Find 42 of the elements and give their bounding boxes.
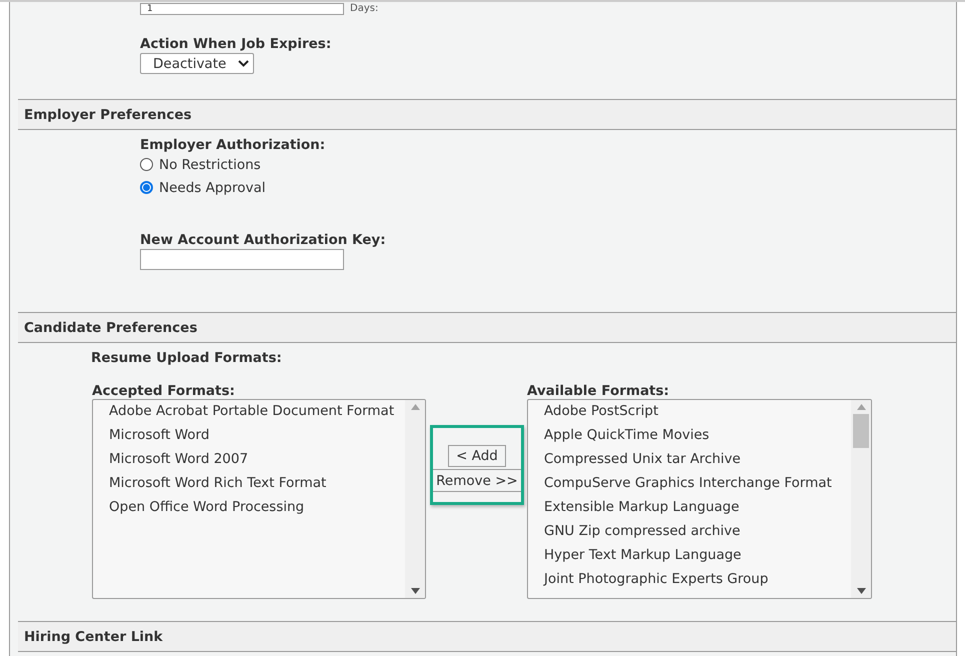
format-option[interactable]: Compressed Unix tar Archive	[544, 451, 741, 467]
scroll-thumb[interactable]	[853, 414, 869, 448]
format-option[interactable]: Microsoft Word	[109, 427, 210, 443]
scroll-up-icon[interactable]	[410, 404, 420, 410]
scroll-down-icon[interactable]	[410, 588, 420, 594]
format-option[interactable]: Open Office Word Processing	[109, 499, 304, 515]
list-label: Accepted Formats:	[92, 383, 236, 399]
field-label: Employer Authorization:	[140, 137, 326, 153]
scrollbar[interactable]	[405, 400, 425, 598]
section-header: Hiring Center Link	[18, 621, 956, 652]
section-header: Employer Preferences	[18, 99, 956, 130]
format-option[interactable]: Joint Photographic Experts Group	[544, 571, 768, 587]
scroll-up-icon[interactable]	[856, 404, 866, 410]
scrollbar[interactable]	[851, 400, 871, 598]
field-label: Action When Job Expires:	[140, 36, 332, 52]
remove-button[interactable]: Remove >>	[433, 469, 521, 492]
format-option[interactable]: Microsoft Word 2007	[109, 451, 248, 467]
chevron-down-icon	[238, 60, 249, 67]
scroll-down-icon[interactable]	[856, 588, 866, 594]
add-button[interactable]: < Add	[448, 445, 506, 467]
field-label: Resume Upload Formats:	[91, 350, 282, 366]
format-list[interactable]	[527, 399, 872, 599]
format-option[interactable]: GNU Zip compressed archive	[544, 523, 740, 539]
expiry-action-dropdown[interactable]: Deactivate	[140, 53, 254, 74]
section-header: Candidate Preferences	[18, 312, 956, 343]
format-list[interactable]: Adobe Acrobat Portable Document Format Microsoft Word Microsoft Word 2007 Microsoft Word Rich Text Format Open Office Word Processing	[92, 399, 426, 599]
radio-label[interactable]: Needs Approval	[159, 180, 266, 196]
format-option[interactable]: Microsoft Word Rich Text Format	[109, 475, 326, 491]
radio-button[interactable]	[140, 181, 153, 194]
format-option[interactable]: Adobe PostScript	[544, 403, 658, 419]
radio-button[interactable]	[140, 158, 153, 171]
radio-label[interactable]: No Restrictions	[159, 156, 261, 172]
field-label: New Account Authorization Key:	[140, 232, 386, 248]
format-option[interactable]: Adobe Acrobat Portable Document Format	[109, 403, 394, 419]
format-option[interactable]: Apple QuickTime Movies	[544, 427, 710, 443]
unit-label: Days:	[350, 2, 378, 16]
format-option[interactable]: Extensible Markup Language	[544, 499, 740, 515]
format-option[interactable]: Hyper Text Markup Language	[544, 547, 742, 563]
format-option[interactable]: CompuServe Graphics Interchange Format	[544, 475, 832, 491]
expiration-field[interactable]: 1	[140, 3, 344, 15]
list-label: Available Formats:	[527, 383, 670, 399]
authorization-key-field[interactable]	[140, 249, 344, 270]
